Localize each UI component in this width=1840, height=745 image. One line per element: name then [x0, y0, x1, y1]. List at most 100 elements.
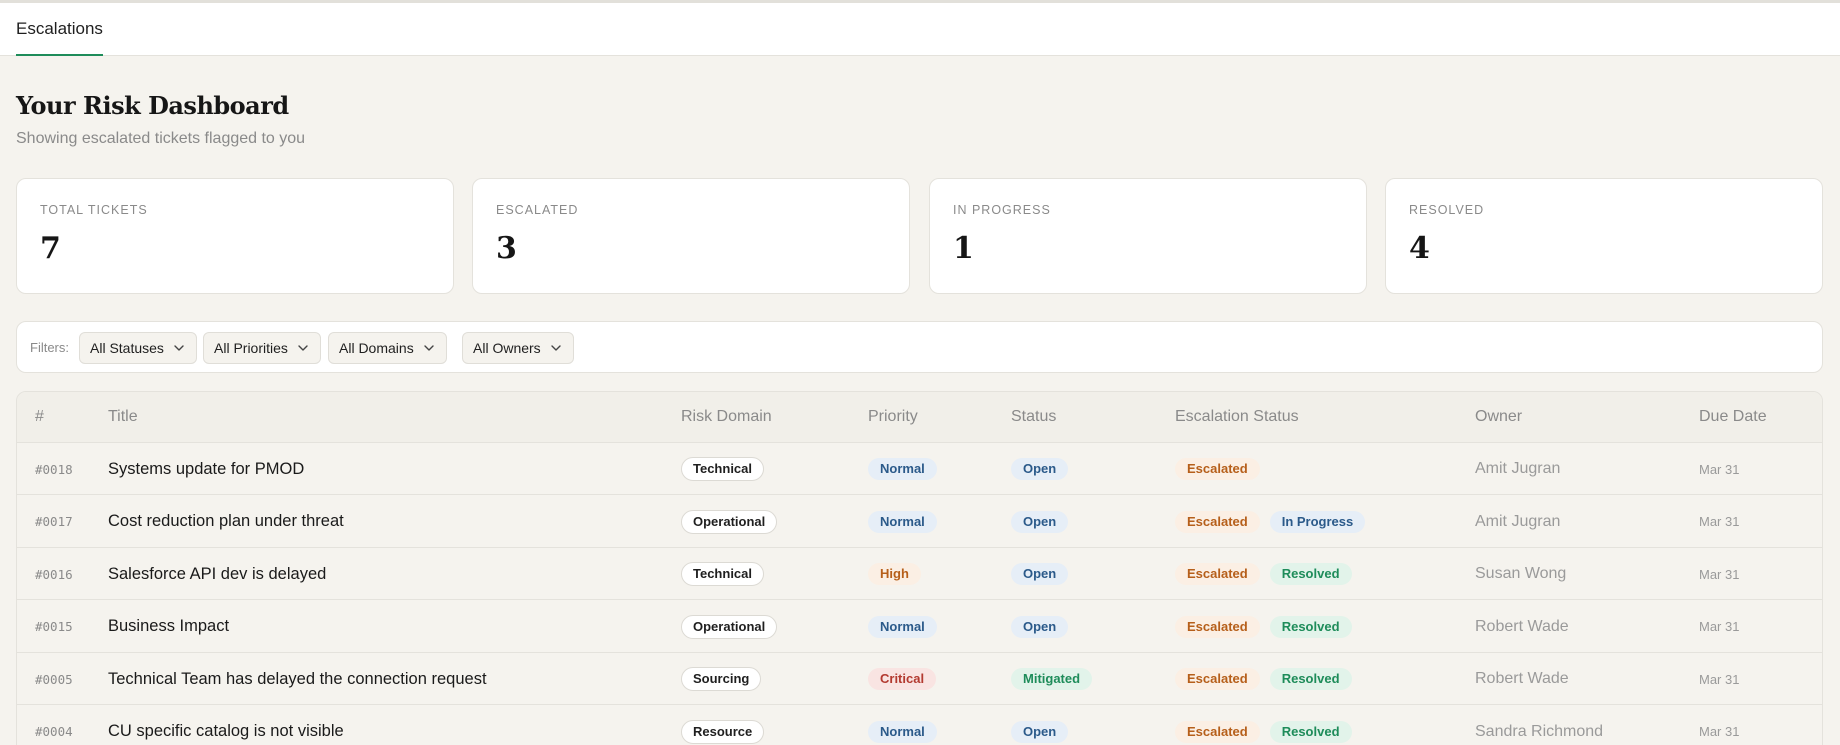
stat-value: 1 — [953, 231, 974, 266]
stat-value: 4 — [1409, 231, 1430, 266]
escalation-status-badge: Escalated — [1175, 720, 1260, 743]
column-header-number[interactable]: # — [35, 408, 44, 426]
stat-card-resolved: RESOLVED 4 — [1385, 178, 1823, 294]
priority-badge: Normal — [868, 510, 937, 533]
table-row[interactable]: #0016 Salesforce API dev is delayed Techni… — [17, 548, 1822, 600]
column-header-escalation-status[interactable]: Escalation Status — [1175, 408, 1299, 426]
ticket-id: #0005 — [35, 671, 73, 687]
owner-name: Robert Wade — [1475, 670, 1569, 687]
status-filter-value: All Statuses — [90, 340, 164, 356]
chevron-down-icon — [298, 345, 308, 351]
tickets-table: # Title Risk Domain Priority Status Esca… — [16, 391, 1823, 745]
column-header-due-date[interactable]: Due Date — [1699, 408, 1767, 426]
stat-value: 7 — [40, 231, 61, 266]
owner-name: Susan Wong — [1475, 565, 1567, 582]
table-row[interactable]: #0017 Cost reduction plan under threat Ope… — [17, 495, 1822, 548]
risk-domain-badge: Technical — [681, 457, 765, 481]
table-row[interactable]: #0004 CU specific catalog is not visible R… — [17, 705, 1822, 745]
priority-filter-select[interactable]: All Priorities — [203, 332, 321, 364]
due-date: Mar 31 — [1699, 619, 1740, 634]
priority-badge: High — [868, 563, 921, 585]
escalation-status-badge: Escalated — [1175, 615, 1260, 638]
owner-name: Robert Wade — [1475, 617, 1569, 635]
stat-card-in-progress: IN PROGRESS 1 — [929, 178, 1367, 294]
table-header: # Title Risk Domain Priority Status Esca… — [17, 392, 1822, 443]
column-header-title[interactable]: Title — [108, 408, 138, 426]
owner-name: Sandra Richmond — [1475, 722, 1604, 740]
ticket-title[interactable]: Cost reduction plan under threat — [108, 512, 344, 531]
ticket-id: #0018 — [35, 461, 73, 477]
column-header-risk-domain[interactable]: Risk Domain — [681, 408, 772, 426]
tab-bar: Escalations — [0, 3, 1840, 56]
domain-filter-select[interactable]: All Domains — [328, 332, 447, 364]
table-row[interactable]: #0015 Business Impact Operational Normal Ope… — [17, 600, 1822, 653]
ticket-title[interactable]: Business Impact — [108, 617, 229, 636]
chevron-down-icon — [174, 345, 184, 351]
risk-domain-badge: Operational — [681, 614, 778, 639]
escalation-status-badge: In Progress — [1269, 510, 1366, 533]
due-date: Mar 31 — [1699, 724, 1740, 739]
ticket-id: #0004 — [35, 724, 73, 739]
column-header-status[interactable]: Status — [1011, 408, 1056, 426]
escalation-status-badge: Escalated — [1175, 563, 1260, 585]
ticket-id: #0015 — [35, 619, 73, 634]
risk-domain-badge: Resource — [681, 719, 765, 744]
due-date: Mar 31 — [1699, 461, 1740, 477]
ticket-title[interactable]: CU specific catalog is not visible — [108, 722, 344, 741]
ticket-title[interactable]: Technical Team has delayed the connectio… — [108, 670, 487, 689]
stat-label: RESOLVED — [1409, 203, 1485, 217]
status-badge: Open — [1011, 458, 1069, 480]
status-filter-select[interactable]: All Statuses — [79, 332, 197, 364]
escalation-status-badge: Resolved — [1269, 563, 1352, 585]
domain-filter-value: All Domains — [339, 340, 414, 356]
escalation-status-badge: Resolved — [1269, 720, 1352, 743]
owner-name: Amit Jugran — [1475, 460, 1561, 477]
stat-label: IN PROGRESS — [953, 203, 1051, 217]
stat-card-escalated: ESCALATED 3 — [472, 178, 910, 294]
tab-escalations[interactable]: Escalations — [16, 3, 103, 56]
escalation-status-badge: Resolved — [1269, 668, 1352, 690]
escalation-status-badge: Escalated — [1175, 458, 1260, 480]
owner-name: Amit Jugran — [1475, 512, 1561, 530]
filters-label: Filters: — [30, 340, 69, 355]
priority-badge: Normal — [868, 720, 937, 743]
table-row[interactable]: #0005 Technical Team has delayed the conn… — [17, 653, 1822, 705]
chevron-down-icon — [550, 345, 561, 351]
filter-bar: Filters: All Statuses All Priorities All… — [16, 321, 1823, 373]
table-row[interactable]: #0018 Systems update for PMOD Technical Nor… — [17, 443, 1822, 495]
priority-filter-value: All Priorities — [214, 340, 288, 356]
ticket-id: #0017 — [35, 514, 73, 529]
column-header-owner[interactable]: Owner — [1475, 408, 1522, 426]
owner-filter-select[interactable]: All Owners — [462, 332, 574, 364]
status-badge: Open — [1011, 720, 1069, 743]
ticket-title[interactable]: Systems update for PMOD — [108, 460, 304, 479]
stat-value: 3 — [496, 231, 517, 266]
ticket-id: #0016 — [35, 566, 73, 582]
page-subtitle: Showing escalated tickets flagged to you — [16, 130, 306, 147]
column-header-priority[interactable]: Priority — [868, 408, 918, 426]
risk-domain-badge: Technical — [681, 562, 765, 586]
status-badge: Open — [1011, 510, 1069, 533]
escalation-status-badge: Escalated — [1175, 668, 1260, 690]
ticket-title[interactable]: Salesforce API dev is delayed — [108, 565, 326, 584]
chevron-down-icon — [424, 345, 434, 351]
priority-badge: Normal — [868, 615, 937, 638]
escalation-status-badge: Escalated — [1175, 510, 1260, 533]
due-date: Mar 31 — [1699, 514, 1740, 529]
status-badge: Open — [1011, 615, 1069, 638]
owner-filter-value: All Owners — [473, 340, 541, 356]
stat-card-total-tickets: TOTAL TICKETS 7 — [16, 178, 454, 294]
status-badge: Open — [1011, 563, 1069, 585]
active-tab-indicator — [16, 54, 103, 56]
status-badge: Mitigated — [1011, 668, 1093, 690]
risk-domain-badge: Sourcing — [681, 667, 762, 691]
stat-label: TOTAL TICKETS — [40, 203, 148, 217]
priority-badge: Normal — [868, 458, 937, 480]
due-date: Mar 31 — [1699, 566, 1740, 582]
page-title: Your Risk Dashboard — [16, 91, 289, 120]
risk-domain-badge: Operational — [681, 509, 778, 534]
due-date: Mar 31 — [1699, 671, 1740, 687]
stat-label: ESCALATED — [496, 203, 579, 217]
escalation-status-badge: Resolved — [1269, 615, 1352, 638]
priority-badge: Critical — [868, 668, 937, 690]
